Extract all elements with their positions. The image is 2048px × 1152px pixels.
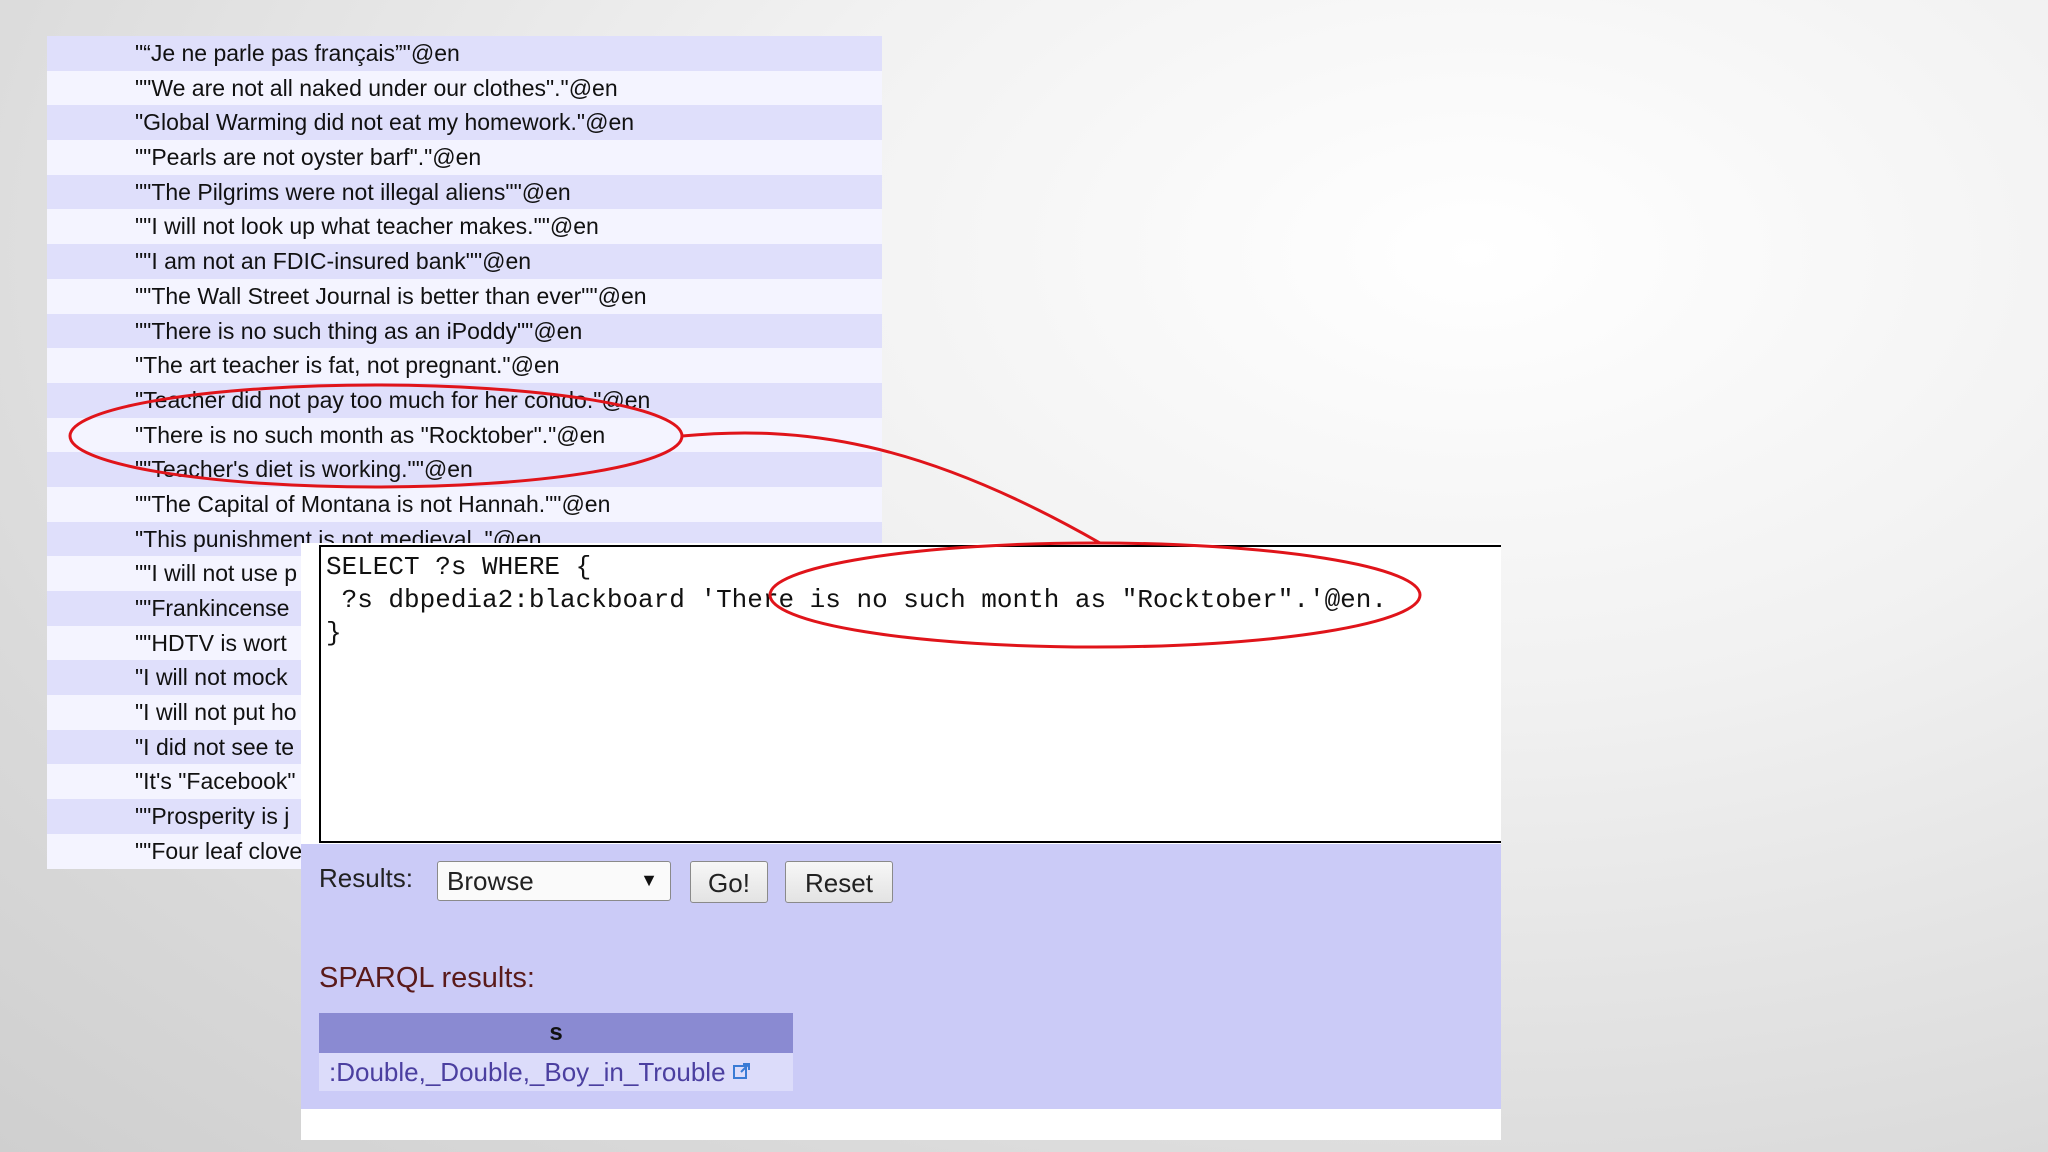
quote-list-item: ""I am not an FDIC-insured bank""@en [47, 244, 882, 279]
quote-list-item: "“Je ne parle pas français”"@en [47, 36, 882, 71]
result-link[interactable]: :Double,_Double,_Boy_in_Trouble [329, 1057, 726, 1087]
quote-list-item: ""Pearls are not oyster barf"."@en [47, 140, 882, 175]
results-heading: SPARQL results: [319, 962, 535, 994]
quote-list-item: ""There is no such thing as an iPoddy""@… [47, 313, 882, 349]
go-button[interactable]: Go! [690, 861, 768, 903]
quote-list-item: ""The Pilgrims were not illegal aliens""… [47, 174, 882, 210]
results-column-header: s [319, 1013, 793, 1053]
external-link-icon[interactable] [732, 1053, 752, 1091]
query-line-2: ?s dbpedia2:blackboard 'There is no such… [326, 585, 1387, 615]
sparql-query-panel: SELECT ?s WHERE { ?s dbpedia2:blackboard… [301, 543, 1501, 1140]
results-format-label: Results: [319, 863, 413, 893]
sparql-query-editor[interactable]: SELECT ?s WHERE { ?s dbpedia2:blackboard… [319, 545, 1501, 843]
results-format-select[interactable]: Browse ▼ [437, 861, 671, 901]
quote-list-item: "There is no such month as "Rocktober"."… [47, 417, 882, 453]
quote-list-item: "Global Warming did not eat my homework.… [47, 105, 882, 141]
quote-list-item: ""I will not look up what teacher makes.… [47, 209, 882, 245]
quote-list-item: ""We are not all naked under our clothes… [47, 70, 882, 106]
dropdown-arrow-icon: ▼ [640, 870, 658, 890]
query-line-1: SELECT ?s WHERE { [326, 552, 592, 582]
reset-button[interactable]: Reset [785, 861, 893, 903]
quote-list-item: "The art teacher is fat, not pregnant."@… [47, 348, 882, 383]
results-table-row: :Double,_Double,_Boy_in_Trouble [319, 1053, 793, 1091]
quote-list-item: ""Teacher's diet is working.""@en [47, 452, 882, 487]
results-format-value: Browse [447, 866, 534, 896]
quote-list-item: ""The Wall Street Journal is better than… [47, 278, 882, 314]
quote-list-item: ""The Capital of Montana is not Hannah."… [47, 486, 882, 522]
query-line-3: } [326, 618, 342, 648]
quote-list-item: "Teacher did not pay too much for her co… [47, 382, 882, 418]
